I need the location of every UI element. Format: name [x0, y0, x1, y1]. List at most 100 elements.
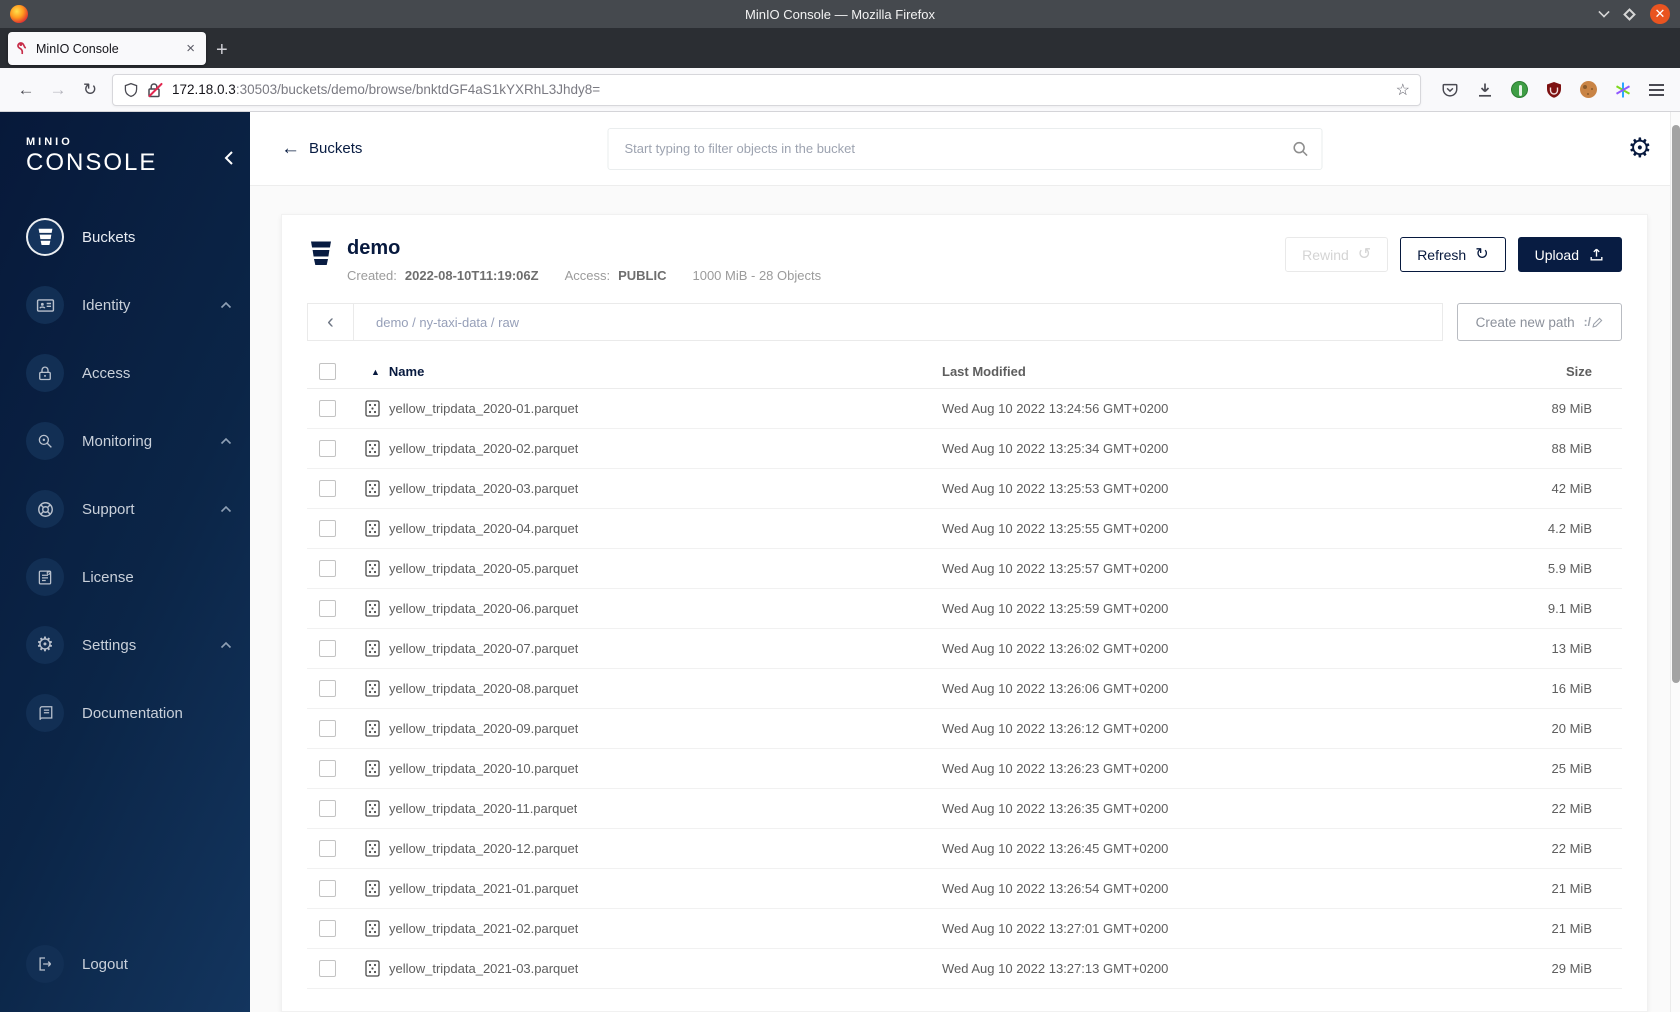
- row-checkbox[interactable]: [319, 640, 336, 657]
- table-row[interactable]: yellow_tripdata_2020-10.parquet Wed Aug …: [307, 749, 1622, 789]
- tab-close-icon[interactable]: ×: [183, 40, 198, 57]
- column-header-size[interactable]: Size: [1482, 364, 1622, 379]
- row-checkbox[interactable]: [319, 480, 336, 497]
- reload-icon[interactable]: ↻: [74, 80, 106, 100]
- object-name[interactable]: yellow_tripdata_2020-11.parquet: [389, 801, 577, 816]
- object-name[interactable]: yellow_tripdata_2021-02.parquet: [389, 921, 578, 936]
- table-row[interactable]: yellow_tripdata_2020-01.parquet Wed Aug …: [307, 389, 1622, 429]
- object-name[interactable]: yellow_tripdata_2020-12.parquet: [389, 841, 578, 856]
- shield-icon[interactable]: [123, 82, 139, 98]
- object-size: 29 MiB: [1551, 961, 1592, 976]
- table-row[interactable]: yellow_tripdata_2020-03.parquet Wed Aug …: [307, 469, 1622, 509]
- bookmark-star-icon[interactable]: ☆: [1396, 80, 1410, 100]
- page-scrollbar[interactable]: [1670, 112, 1680, 1012]
- table-row[interactable]: yellow_tripdata_2020-08.parquet Wed Aug …: [307, 669, 1622, 709]
- pocket-icon[interactable]: [1441, 81, 1459, 99]
- row-checkbox[interactable]: [319, 920, 336, 937]
- object-name[interactable]: yellow_tripdata_2020-02.parquet: [389, 441, 578, 456]
- table-row[interactable]: yellow_tripdata_2020-09.parquet Wed Aug …: [307, 709, 1622, 749]
- table-row[interactable]: yellow_tripdata_2021-02.parquet Wed Aug …: [307, 909, 1622, 949]
- row-checkbox[interactable]: [319, 800, 336, 817]
- object-modified: Wed Aug 10 2022 13:26:54 GMT+0200: [942, 881, 1169, 896]
- new-tab-button[interactable]: +: [216, 39, 228, 62]
- column-header-name[interactable]: Name: [389, 364, 424, 379]
- table-row[interactable]: yellow_tripdata_2020-02.parquet Wed Aug …: [307, 429, 1622, 469]
- row-checkbox[interactable]: [319, 880, 336, 897]
- sidebar-item-license[interactable]: License: [0, 555, 250, 599]
- row-checkbox[interactable]: [319, 520, 336, 537]
- sidebar-item-documentation[interactable]: Documentation: [0, 691, 250, 735]
- insecure-lock-icon[interactable]: [147, 82, 163, 98]
- downloads-icon[interactable]: [1476, 81, 1494, 99]
- rewind-button[interactable]: Rewind ↺: [1285, 237, 1389, 272]
- table-row[interactable]: yellow_tripdata_2020-04.parquet Wed Aug …: [307, 509, 1622, 549]
- sidebar-item-support[interactable]: Support: [0, 487, 250, 531]
- sidebar-item-logout[interactable]: Logout: [0, 942, 250, 986]
- select-all-checkbox[interactable]: [319, 363, 336, 380]
- sidebar-item-buckets[interactable]: Buckets: [0, 215, 250, 259]
- object-name[interactable]: yellow_tripdata_2020-04.parquet: [389, 521, 578, 536]
- sidebar-item-monitoring[interactable]: Monitoring: [0, 419, 250, 463]
- row-checkbox[interactable]: [319, 720, 336, 737]
- window-minimize-icon[interactable]: [1598, 6, 1610, 18]
- refresh-button[interactable]: Refresh ↻: [1400, 237, 1506, 272]
- row-checkbox[interactable]: [319, 600, 336, 617]
- column-header-modified[interactable]: Last Modified: [942, 364, 1482, 379]
- row-checkbox[interactable]: [319, 680, 336, 697]
- chevron-up-icon[interactable]: [220, 301, 232, 309]
- upload-button[interactable]: Upload: [1517, 237, 1622, 272]
- object-name[interactable]: yellow_tripdata_2020-05.parquet: [389, 561, 578, 576]
- table-row[interactable]: yellow_tripdata_2020-05.parquet Wed Aug …: [307, 549, 1622, 589]
- window-maximize-icon[interactable]: [1623, 7, 1636, 21]
- url-text[interactable]: 172.18.0.3:30503/buckets/demo/browse/bnk…: [172, 82, 1396, 97]
- row-checkbox[interactable]: [319, 400, 336, 417]
- row-checkbox[interactable]: [319, 440, 336, 457]
- filter-objects-input[interactable]: [607, 127, 1323, 170]
- path-back-chevron-icon[interactable]: ‹: [308, 304, 354, 340]
- object-name[interactable]: yellow_tripdata_2020-03.parquet: [389, 481, 578, 496]
- sidebar-item-identity[interactable]: Identity: [0, 283, 250, 327]
- sidebar-collapse-icon[interactable]: [223, 150, 234, 166]
- object-name[interactable]: yellow_tripdata_2021-03.parquet: [389, 961, 578, 976]
- table-row[interactable]: yellow_tripdata_2020-11.parquet Wed Aug …: [307, 789, 1622, 829]
- chevron-up-icon[interactable]: [220, 437, 232, 445]
- table-row[interactable]: yellow_tripdata_2020-07.parquet Wed Aug …: [307, 629, 1622, 669]
- back-icon[interactable]: ←: [10, 80, 42, 100]
- table-row[interactable]: yellow_tripdata_2021-03.parquet Wed Aug …: [307, 949, 1622, 989]
- console-settings-gear-icon[interactable]: ⚙: [1628, 135, 1652, 162]
- ublock-origin-icon[interactable]: [1545, 81, 1563, 99]
- forward-icon[interactable]: →: [42, 80, 74, 100]
- object-name[interactable]: yellow_tripdata_2020-06.parquet: [389, 601, 578, 616]
- back-to-buckets[interactable]: ← Buckets: [281, 138, 362, 160]
- row-checkbox[interactable]: [319, 840, 336, 857]
- object-file-icon: [365, 560, 380, 577]
- sidebar-item-settings[interactable]: ⚙ Settings: [0, 623, 250, 667]
- object-name[interactable]: yellow_tripdata_2021-01.parquet: [389, 881, 578, 896]
- create-new-path-button[interactable]: Create new path :/: [1456, 303, 1622, 341]
- window-close-icon[interactable]: ✕: [1650, 4, 1670, 24]
- row-checkbox[interactable]: [319, 760, 336, 777]
- extension-green-icon[interactable]: [1511, 81, 1528, 98]
- chevron-up-icon[interactable]: [220, 641, 232, 649]
- object-name[interactable]: yellow_tripdata_2020-10.parquet: [389, 761, 578, 776]
- table-row[interactable]: yellow_tripdata_2020-12.parquet Wed Aug …: [307, 829, 1622, 869]
- create-path-icon: :/: [1584, 315, 1603, 329]
- sort-ascending-icon[interactable]: ▲: [371, 367, 380, 377]
- table-row[interactable]: yellow_tripdata_2021-01.parquet Wed Aug …: [307, 869, 1622, 909]
- cookie-extension-icon[interactable]: [1580, 81, 1597, 98]
- object-name[interactable]: yellow_tripdata_2020-07.parquet: [389, 641, 578, 656]
- row-checkbox[interactable]: [319, 960, 336, 977]
- menu-icon[interactable]: [1649, 83, 1664, 96]
- sidebar-item-access[interactable]: Access: [0, 351, 250, 395]
- table-row[interactable]: yellow_tripdata_2020-06.parquet Wed Aug …: [307, 589, 1622, 629]
- url-bar[interactable]: 172.18.0.3:30503/buckets/demo/browse/bnk…: [112, 73, 1421, 106]
- multi-account-containers-icon[interactable]: [1614, 81, 1632, 99]
- tab-minio-console[interactable]: MinIO Console ×: [8, 32, 206, 65]
- object-name[interactable]: yellow_tripdata_2020-09.parquet: [389, 721, 578, 736]
- row-checkbox[interactable]: [319, 560, 336, 577]
- object-name[interactable]: yellow_tripdata_2020-08.parquet: [389, 681, 578, 696]
- object-name[interactable]: yellow_tripdata_2020-01.parquet: [389, 401, 578, 416]
- breadcrumb-path[interactable]: demo / ny-taxi-data / raw: [376, 315, 519, 330]
- scrollbar-thumb[interactable]: [1672, 125, 1680, 683]
- chevron-up-icon[interactable]: [220, 505, 232, 513]
